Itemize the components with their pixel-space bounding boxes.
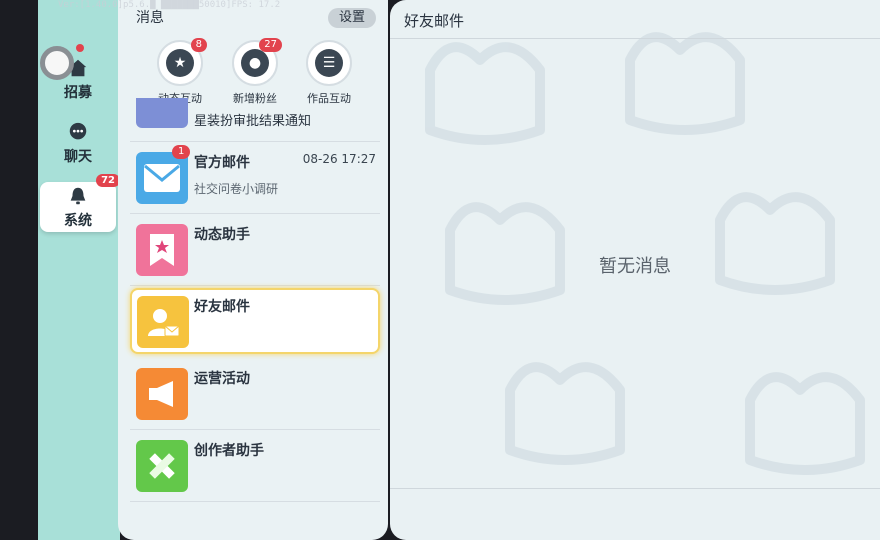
list-item-friend-mail[interactable]: 好友邮件	[130, 288, 380, 354]
nav-label-system: 系统	[64, 212, 92, 229]
list-icon: ☰	[315, 49, 343, 77]
list-item-subtitle: 社交问卷小调研	[194, 182, 279, 196]
mail-icon	[136, 152, 188, 204]
divider	[390, 488, 880, 489]
quick-badge: 27	[259, 38, 282, 52]
mail-detail-panel: 好友邮件 暂无消息	[390, 0, 880, 540]
list-item-title: 创作者助手	[194, 443, 264, 459]
detail-title: 好友邮件	[404, 12, 465, 30]
tile-icon	[136, 98, 188, 128]
nav-item-system[interactable]: 72 系统	[40, 174, 120, 232]
list-item-dynamic-helper[interactable]: 动态助手	[130, 216, 380, 286]
bookmark-star-icon	[136, 224, 188, 276]
panel-title: 消息	[136, 10, 164, 26]
list-item-title: 星装扮审批结果通知	[194, 114, 312, 129]
friend-mail-icon	[137, 296, 189, 348]
version-overlay: Ver:[1.40.0]p5.6.█ ███████50010]FPS: 17.…	[58, 0, 281, 10]
chat-bubble-icon	[69, 122, 87, 139]
loading-ring-icon	[40, 46, 74, 80]
quick-badge: 8	[190, 38, 207, 52]
message-list-panel: 消息 设置 ★ 8 动态互动 ● 27 新增粉丝 ☰ 作品互动 星装扮审批结果通…	[118, 0, 388, 540]
empty-state-text: 暂无消息	[599, 256, 671, 277]
nav-label-chat: 聊天	[64, 148, 92, 165]
list-item-title: 运营活动	[194, 371, 250, 387]
notification-dot	[76, 44, 84, 52]
ruler-pencil-icon	[136, 440, 188, 492]
list-item-title: 动态助手	[194, 227, 250, 243]
nav-rail: 招募 聊天 72 系统	[38, 0, 120, 540]
megaphone-icon	[136, 368, 188, 420]
list-item-official-mail[interactable]: 1 官方邮件 08-26 17:27 社交问卷小调研	[130, 144, 380, 214]
list-item-time: 08-26 17:27	[302, 152, 376, 166]
star-chat-icon: ★	[166, 49, 194, 77]
system-badge: 72	[96, 174, 120, 187]
nav-label-recruit: 招募	[64, 84, 92, 101]
unread-badge: 1	[172, 145, 191, 159]
bell-icon	[70, 187, 86, 204]
divider	[390, 38, 880, 39]
list-item-operations[interactable]: 运营活动	[130, 360, 380, 430]
list-item-creator-helper[interactable]: 创作者助手	[130, 432, 380, 502]
settings-button[interactable]: 设置	[328, 8, 376, 28]
new-follower-icon: ●	[241, 49, 269, 77]
nav-item-chat[interactable]: 聊天	[40, 114, 116, 172]
list-item-partial[interactable]: 星装扮审批结果通知	[130, 92, 380, 142]
list-item-title: 好友邮件	[194, 299, 250, 315]
list-item-title: 官方邮件	[194, 155, 250, 171]
